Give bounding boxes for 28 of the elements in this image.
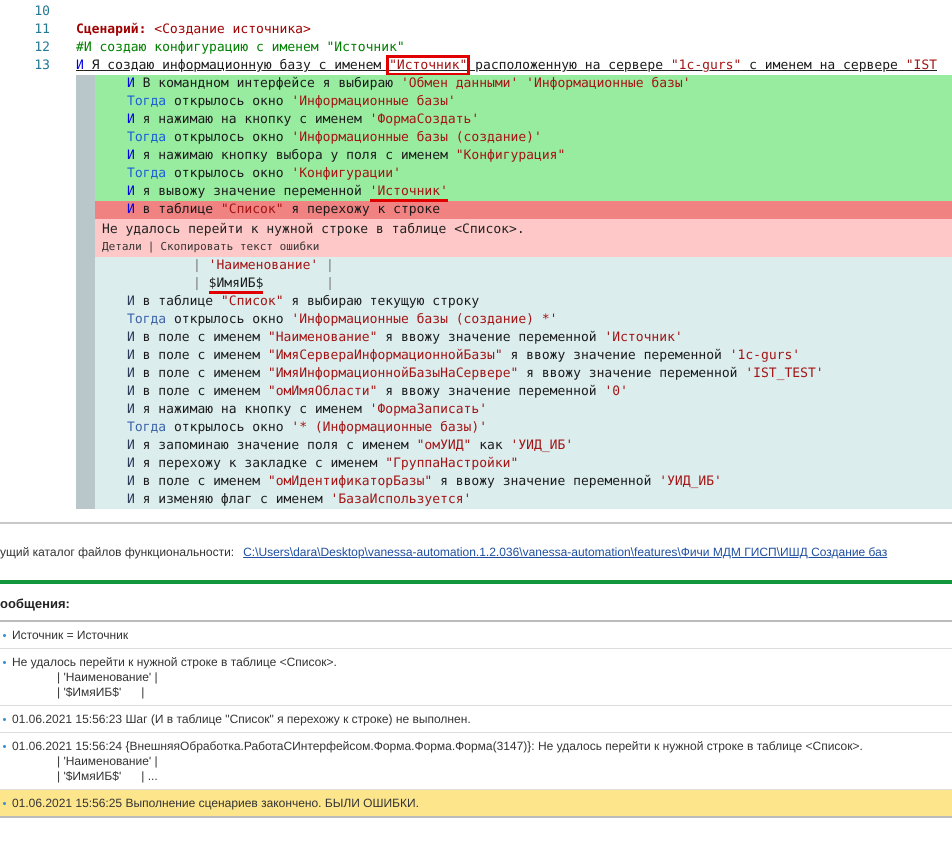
copy-error-link[interactable]: Скопировать текст ошибки [160,239,320,255]
message-text: | 'Наименование' | [56,754,159,769]
error-message: Не удалось перейти к нужной строке в таблице <Список>. [102,221,526,239]
code-line: И Я создаю информационную базу с именем "Источник" расположенную на сервере "1c-gurs" с именем на сервере "IST [76,57,952,75]
bullet-icon [3,745,6,748]
line-number: 12 [33,39,51,57]
message-text: Не удалось перейти к нужной строке в таблице <Список>. [12,655,337,670]
bullet-icon [3,718,6,721]
message-text: | '$ИмяИБ$' | ... [56,769,159,784]
code-line: Сценарий: <Создание источника> [76,21,312,39]
message-text: | 'Наименование' | [56,670,159,685]
bullet-icon [3,661,6,664]
line-number: 10 [33,3,51,21]
line-number: 13 [33,57,51,75]
message-text: | '$ИмяИБ$' | [56,685,146,700]
line-number: 11 [33,21,51,39]
message-text: 01.06.2021 15:56:25 Выполнение сценариев закончено. БЫЛИ ОШИБКИ. [12,796,419,811]
message-text: 01.06.2021 15:56:24 {ВнешняяОбработка.РаботаСИнтерфейсом.Форма.Форма.Форма(3147)}: Не удалось перейти к нужной строке в таблице <Список>. [12,739,863,754]
path-label: ущий каталог файлов функциональности: [0,545,234,559]
code-line: #И создаю конфигурацию с именем "Источник" [76,39,406,57]
messages-title: ообщения: [0,595,71,613]
message-text: Источник = Источник [12,628,128,643]
bullet-icon [3,634,6,637]
path-link[interactable]: C:\Users\dara\Desktop\vanessa-automation.1.2.036\vanessa-automation\features\Фичи МДМ ГИСП\ИШД Создание баз [243,545,888,559]
details-link[interactable]: Детали [102,239,142,255]
link-separator: | [148,239,154,255]
bullet-icon [3,802,6,805]
message-text: 01.06.2021 15:56:23 Шаг (И в таблице "Список" я перехожу к строке) не выполнен. [12,712,471,727]
